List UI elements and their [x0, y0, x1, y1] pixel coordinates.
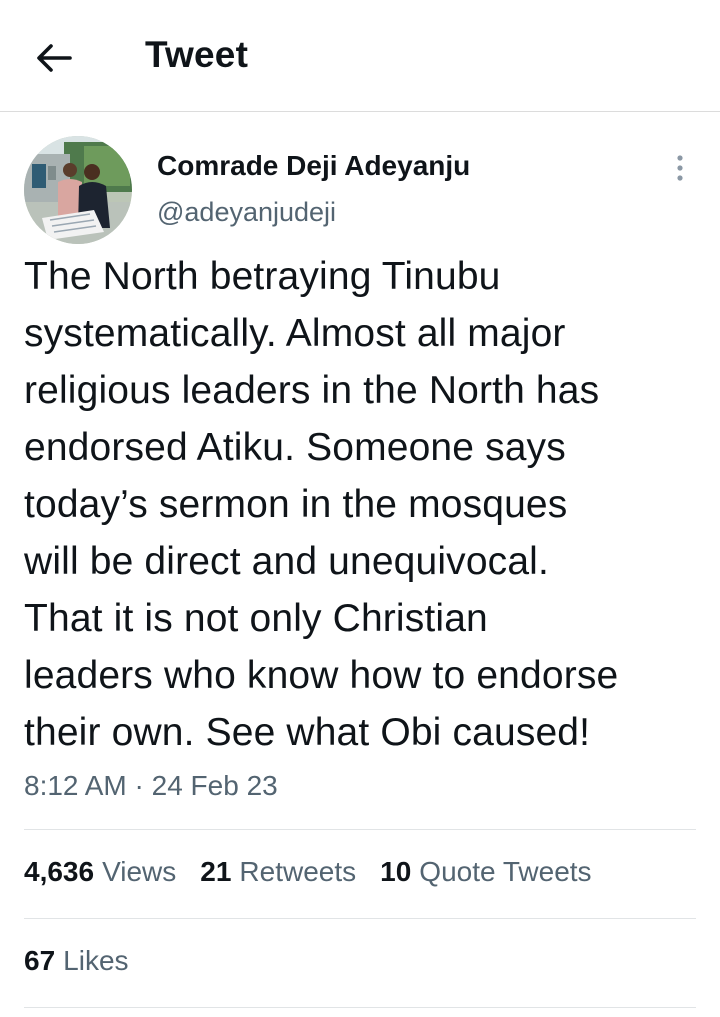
- tweet-text-line: today’s sermon in the mosques: [24, 483, 568, 526]
- likes-label: Likes: [63, 945, 129, 976]
- tweet-text: The North betraying Tinubu systematicall…: [24, 248, 704, 761]
- views-stat: 4,636 Views: [24, 856, 176, 888]
- top-bar: Tweet: [0, 0, 720, 112]
- tweet-text-line: The North betraying Tinubu: [24, 255, 501, 298]
- quote-tweets-label: Quote Tweets: [419, 856, 592, 887]
- tweet-time: 8:12 AM: [24, 770, 127, 801]
- meta-separator: ·: [134, 770, 144, 801]
- quote-tweets-count: 10: [380, 856, 412, 887]
- tweet-timestamp[interactable]: 8:12 AM · 24 Feb 23: [24, 770, 278, 802]
- arrow-left-icon: [37, 44, 72, 72]
- tweet-text-line: leaders who know how to endorse: [24, 654, 619, 697]
- tweet-text-line: That it is not only Christian: [24, 597, 488, 640]
- profile-photo: [24, 136, 132, 244]
- divider: [24, 918, 696, 919]
- more-options-button[interactable]: [664, 150, 696, 186]
- page-title: Tweet: [145, 34, 249, 75]
- views-label: Views: [102, 856, 177, 887]
- tweet-date: 24 Feb 23: [151, 770, 278, 801]
- author-display-name[interactable]: Comrade Deji Adeyanju: [157, 150, 470, 182]
- likes-stat[interactable]: 67 Likes: [24, 945, 129, 977]
- quote-tweets-stat[interactable]: 10 Quote Tweets: [380, 856, 591, 888]
- tweet-text-line: endorsed Atiku. Someone says: [24, 426, 566, 469]
- back-button[interactable]: [30, 36, 78, 80]
- tweet-text-line: their own. See what Obi caused!: [24, 711, 591, 754]
- divider: [24, 829, 696, 830]
- avatar[interactable]: [24, 136, 132, 244]
- tweet-text-line: religious leaders in the North has: [24, 369, 600, 412]
- retweets-count: 21: [200, 856, 232, 887]
- retweets-label: Retweets: [239, 856, 357, 887]
- tweet-text-line: will be direct and unequivocal.: [24, 540, 549, 583]
- engagement-stats: 4,636 Views 21 Retweets 10 Quote Tweets: [24, 856, 616, 896]
- views-count: 4,636: [24, 856, 95, 887]
- tweet-text-line: systematically. Almost all major: [24, 312, 566, 355]
- divider: [24, 1007, 696, 1008]
- likes-count: 67: [24, 945, 56, 976]
- vertical-ellipsis-icon: [677, 155, 683, 181]
- retweets-stat[interactable]: 21 Retweets: [200, 856, 356, 888]
- author-handle[interactable]: @adeyanjudeji: [157, 197, 336, 228]
